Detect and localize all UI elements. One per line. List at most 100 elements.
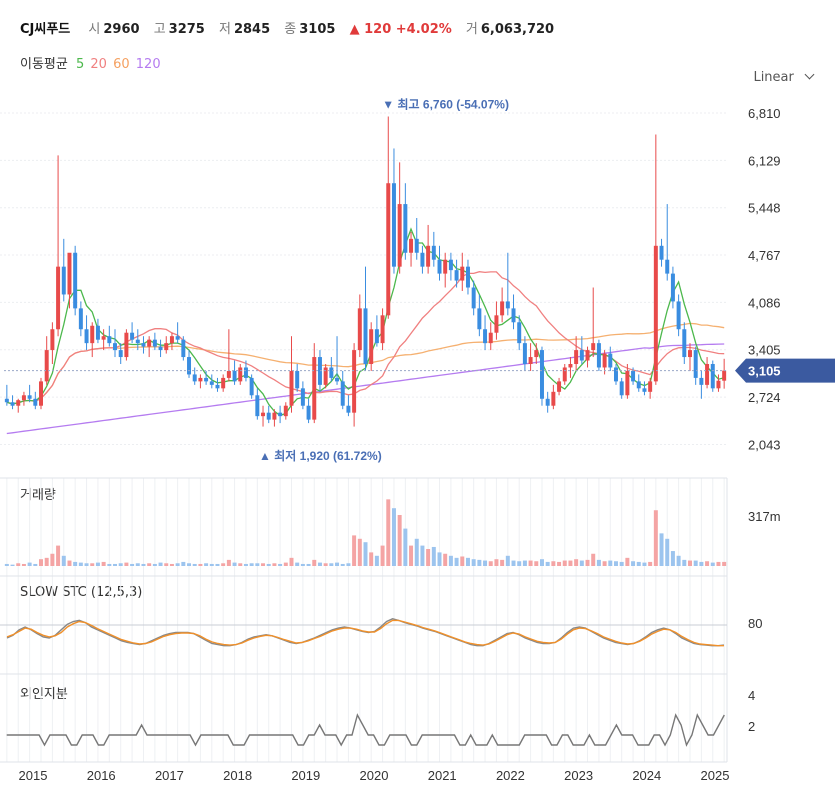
candle-body: [722, 370, 727, 381]
volume-bar: [665, 538, 670, 566]
volume-bar: [21, 563, 26, 566]
volume-bar: [699, 561, 704, 566]
candle-body: [84, 329, 89, 344]
candle-body: [261, 412, 266, 417]
volume-bar: [323, 563, 328, 566]
foreign-y-tick: 2: [748, 719, 755, 734]
candle-body: [226, 370, 231, 378]
volume-bar: [500, 559, 505, 566]
volume-bar: [27, 562, 32, 566]
volume-bar: [16, 563, 21, 566]
candle-body: [539, 350, 544, 399]
candle-body: [357, 308, 362, 351]
candle-body: [465, 266, 470, 288]
volume-bar: [255, 563, 260, 566]
low-annotation: ▲ 최저 1,920 (61.72%): [259, 448, 382, 463]
candle-body: [676, 301, 681, 330]
volume-bar: [95, 562, 100, 566]
candle-body: [688, 350, 692, 358]
candle-body: [175, 336, 180, 340]
candle-body: [517, 322, 522, 344]
foreign-line: [6, 713, 725, 747]
candle-body: [477, 308, 482, 330]
volume-bar: [312, 559, 317, 566]
y-tick-label: 2,043: [748, 437, 781, 452]
candle-body: [95, 325, 100, 340]
volume-bar: [300, 563, 305, 566]
candle-body: [215, 384, 220, 389]
candle-body: [255, 395, 260, 417]
candle-body: [118, 350, 123, 358]
volume-bar: [494, 559, 499, 566]
candle-body: [238, 367, 243, 382]
volume-bar: [454, 557, 459, 566]
volume-bar: [585, 559, 590, 566]
candle-body: [420, 252, 425, 267]
volume-bar: [625, 557, 630, 566]
volume-bar: [636, 561, 641, 566]
candle-body: [346, 405, 351, 413]
candle-body: [340, 381, 345, 406]
y-tick-label: 6,129: [748, 153, 781, 168]
volume-bar: [289, 557, 294, 566]
volume-bar: [374, 555, 379, 566]
candle-body: [249, 377, 254, 396]
volume-bar: [557, 561, 562, 566]
candle-body: [323, 367, 328, 385]
volume-bar: [56, 545, 61, 566]
volume-bar: [261, 563, 266, 566]
volume-bar: [198, 563, 203, 566]
volume-bar: [187, 563, 192, 566]
volume-bar: [465, 557, 470, 566]
stc-y-tick: 80: [748, 616, 762, 631]
candle-body: [232, 370, 237, 382]
volume-bar: [505, 555, 510, 566]
volume-bar: [670, 551, 675, 566]
volume-bar: [545, 561, 550, 566]
candle-body: [437, 259, 442, 274]
volume-bar: [648, 561, 653, 566]
volume-bar: [266, 563, 271, 566]
candle-body: [278, 412, 283, 417]
stock-chart[interactable]: 6,810 6,129 5,448 4,767 4,086 3,405 2,724 2,043…: [0, 0, 835, 809]
volume-bar: [44, 557, 49, 566]
candle-body: [352, 350, 357, 413]
candle-body: [591, 343, 596, 351]
candle-body: [61, 266, 66, 295]
candle-body: [335, 377, 340, 382]
candle-body: [562, 367, 567, 382]
volume-bar: [84, 563, 89, 566]
x-tick-label: 2015: [19, 768, 48, 783]
candle-body: [209, 381, 214, 385]
candle-body: [397, 204, 402, 267]
candle-body: [16, 400, 21, 406]
volume-bar: [130, 563, 135, 566]
volume-bar: [78, 562, 83, 566]
volume-bar: [61, 555, 66, 566]
candle-body: [73, 252, 78, 309]
candle-body: [426, 245, 431, 267]
volume-bar: [511, 560, 516, 566]
volume-bar: [90, 563, 95, 566]
candle-body: [295, 370, 300, 389]
candle-body: [147, 339, 152, 347]
candle-body: [488, 332, 493, 344]
volume-bar: [488, 561, 493, 566]
volume-bar: [380, 545, 385, 566]
candle-body: [596, 343, 601, 368]
candle-body: [152, 339, 157, 347]
candle-body: [705, 364, 710, 385]
candle-body: [528, 357, 533, 365]
candle-body: [67, 252, 72, 295]
volume-bar: [39, 559, 43, 566]
candle-body: [243, 367, 248, 378]
volume-bar: [431, 546, 436, 566]
candle-body: [443, 259, 448, 274]
candle-body: [300, 388, 305, 406]
candle-body: [522, 343, 527, 365]
candle-body: [608, 353, 613, 368]
volume-bar: [659, 533, 664, 566]
candle-body: [306, 405, 311, 420]
candle-body: [409, 238, 414, 253]
candle-body: [602, 353, 607, 368]
